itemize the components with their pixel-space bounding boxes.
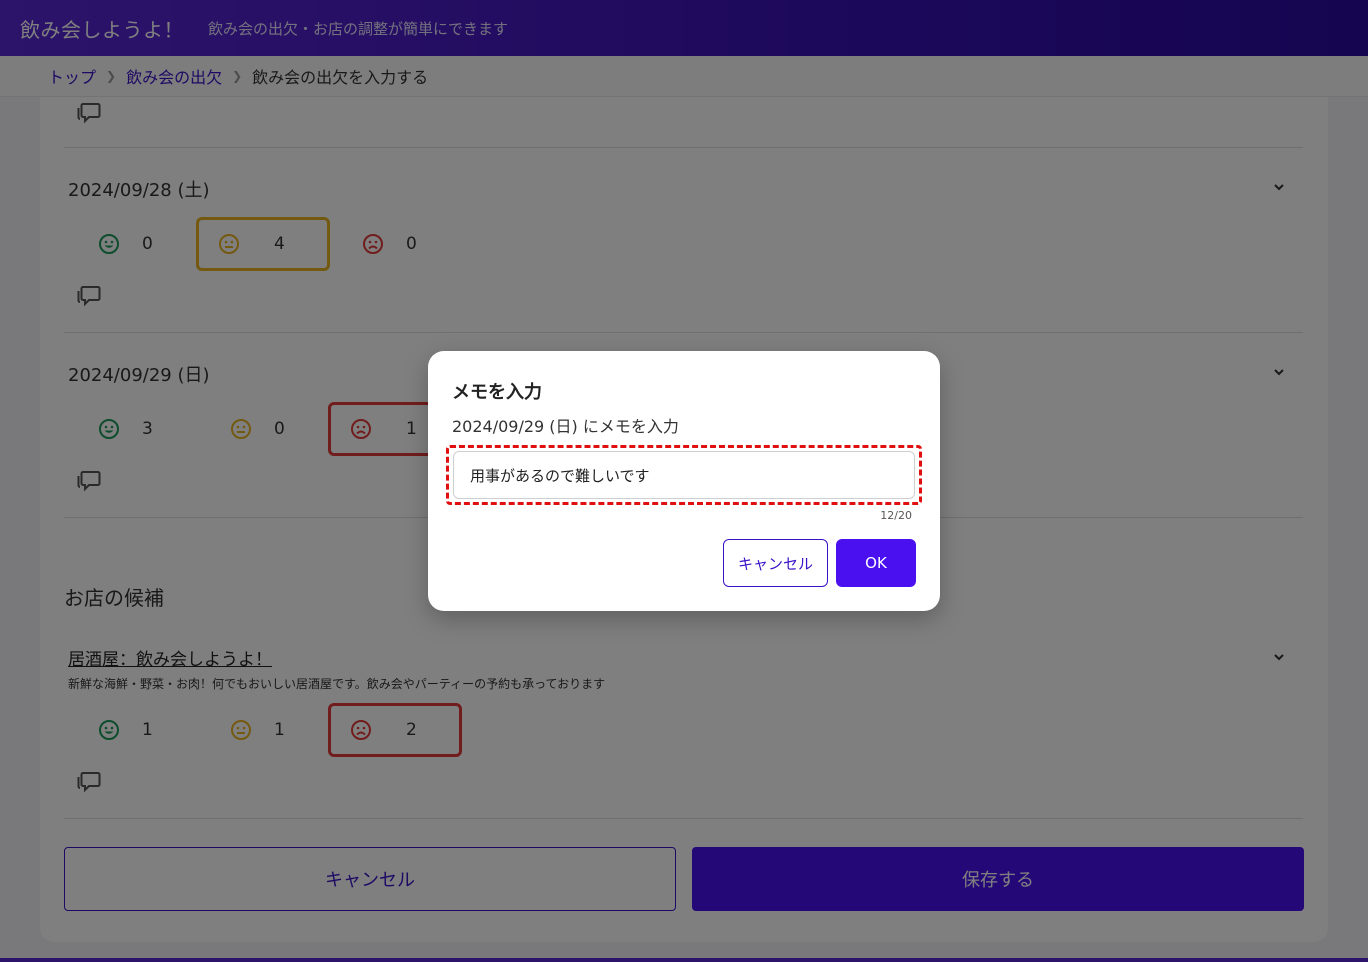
memo-input-focus-outline (446, 445, 922, 505)
dialog-subtitle: 2024/09/29 (日) にメモを入力 (452, 417, 679, 436)
memo-input[interactable] (453, 451, 915, 499)
memo-dialog: メモを入力 2024/09/29 (日) にメモを入力 12/20 キャンセル … (428, 351, 940, 611)
dialog-title: メモを入力 (452, 382, 542, 403)
dialog-cancel-button[interactable]: キャンセル (723, 539, 828, 587)
character-counter: 12/20 (880, 509, 912, 522)
dialog-ok-button[interactable]: OK (836, 539, 916, 587)
